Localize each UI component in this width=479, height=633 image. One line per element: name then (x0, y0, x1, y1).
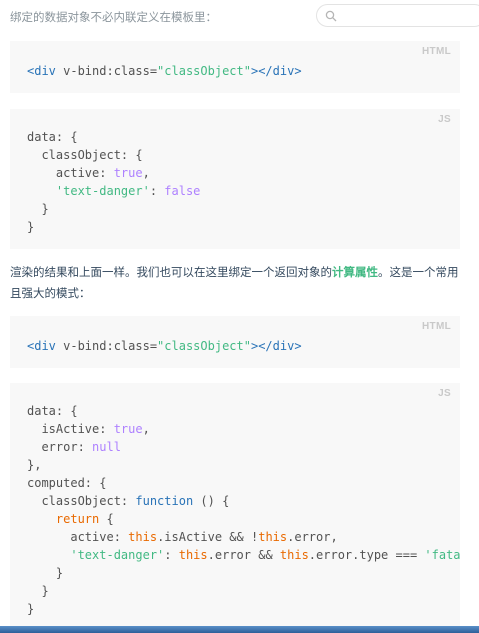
code-token: function (135, 494, 194, 508)
code-line: active: true, (27, 164, 200, 182)
language-label: HTML (422, 46, 451, 57)
code-token: } (27, 566, 64, 580)
code-token: .error.type === (308, 548, 425, 562)
code-token: : (149, 184, 165, 198)
code-token: computed: { (27, 476, 107, 490)
code-line: } (27, 564, 460, 582)
paragraph-text: 渲染的结果和上面一样。我们也可以在这里绑定一个返回对象的 (10, 265, 332, 279)
code-line: active: this.isActive && !this.error, (27, 528, 460, 546)
code-lines: data: { isActive: true, error: null}, com… (27, 402, 460, 618)
code-token: } (27, 220, 35, 234)
code-token: } (27, 584, 49, 598)
code-line: <div v-bind:class="classObject"></div> (27, 337, 302, 355)
code-token: , (142, 166, 150, 180)
code-line: error: null (27, 438, 460, 456)
code-token: classObject: (27, 494, 136, 508)
code-token: "classObject" (157, 64, 251, 78)
code-token: .isActive && ! (157, 530, 259, 544)
code-lines: <div v-bind:class="classObject"></div> (27, 337, 302, 355)
code-token: 'text-danger' (27, 548, 165, 562)
code-token: 'fatal' (424, 548, 460, 562)
code-token: ></div> (250, 339, 302, 353)
code-token: .error, (287, 530, 338, 544)
computed-property-link[interactable]: 计算属性 (332, 265, 378, 279)
code-line: } (27, 600, 460, 618)
code-token: v-bind:class= (63, 339, 158, 353)
code-token: active: (27, 166, 114, 180)
code-line: } (27, 200, 200, 218)
code-token: : (164, 548, 179, 562)
code-line: return { (27, 510, 460, 528)
code-block-html-2: HTML <div v-bind:class="classObject"></d… (10, 316, 460, 368)
code-token: true (113, 166, 143, 180)
code-block-html-1: HTML <div v-bind:class="classObject"></d… (10, 41, 460, 93)
code-token: <div (27, 64, 64, 78)
code-line: isActive: true, (27, 420, 460, 438)
code-line: } (27, 218, 200, 236)
code-token: active: (27, 530, 129, 544)
code-line: 'text-danger': this.error && this.error.… (27, 546, 460, 564)
code-line: <div v-bind:class="classObject"></div> (27, 62, 302, 80)
code-line: data: { (27, 128, 200, 146)
code-token: { (99, 512, 114, 526)
code-token: this (258, 530, 288, 544)
code-lines: data: { classObject: { active: true, 'te… (27, 128, 200, 236)
code-token: this (178, 548, 208, 562)
code-token: error: (27, 440, 93, 454)
code-line: 'text-danger': false (27, 182, 201, 200)
code-line: classObject: { (27, 146, 200, 164)
top-bar: 绑定的数据对象不必内联定义在模板里： (0, 0, 479, 34)
code-token: classObject: { (27, 148, 143, 162)
code-token: } (27, 602, 35, 616)
code-token: .error && (207, 548, 280, 562)
code-block-js-1: JS data: { classObject: { active: true, … (10, 109, 460, 249)
code-token: } (27, 202, 49, 216)
code-line: classObject: function () { (27, 492, 460, 510)
search-input[interactable] (341, 7, 479, 24)
code-token: ></div> (250, 64, 302, 78)
language-label: HTML (422, 321, 451, 332)
code-token: isActive: (27, 422, 114, 436)
code-lines: <div v-bind:class="classObject"></div> (27, 62, 302, 80)
code-line: } (27, 582, 460, 600)
code-line: data: { (27, 402, 460, 420)
code-line: computed: { (27, 474, 460, 492)
code-token: }, (27, 458, 42, 472)
code-token: "classObject" (157, 339, 251, 353)
code-token: null (92, 440, 121, 454)
code-token: return (27, 512, 100, 526)
language-label: JS (438, 114, 451, 125)
code-token: , (142, 422, 150, 436)
intro-text: 绑定的数据对象不必内联定义在模板里： (10, 10, 217, 24)
bottom-bar (0, 626, 479, 633)
code-token: data: { (27, 130, 78, 144)
description-paragraph: 渲染的结果和上面一样。我们也可以在这里绑定一个返回对象的计算属性。这是一个常用且… (10, 262, 465, 304)
code-token: false (164, 184, 201, 198)
code-token: this (279, 548, 309, 562)
code-block-js-2: JS data: { isActive: true, error: null},… (10, 383, 460, 626)
code-line: }, (27, 456, 460, 474)
search-box[interactable] (316, 4, 479, 27)
code-token: <div (27, 339, 64, 353)
code-token: v-bind:class= (63, 64, 158, 78)
code-token: true (113, 422, 143, 436)
code-token: this (128, 530, 158, 544)
code-token: data: { (27, 404, 78, 418)
search-icon (325, 10, 337, 22)
language-label: JS (438, 388, 451, 399)
code-token: 'text-danger' (27, 184, 150, 198)
code-token: () { (193, 494, 230, 508)
